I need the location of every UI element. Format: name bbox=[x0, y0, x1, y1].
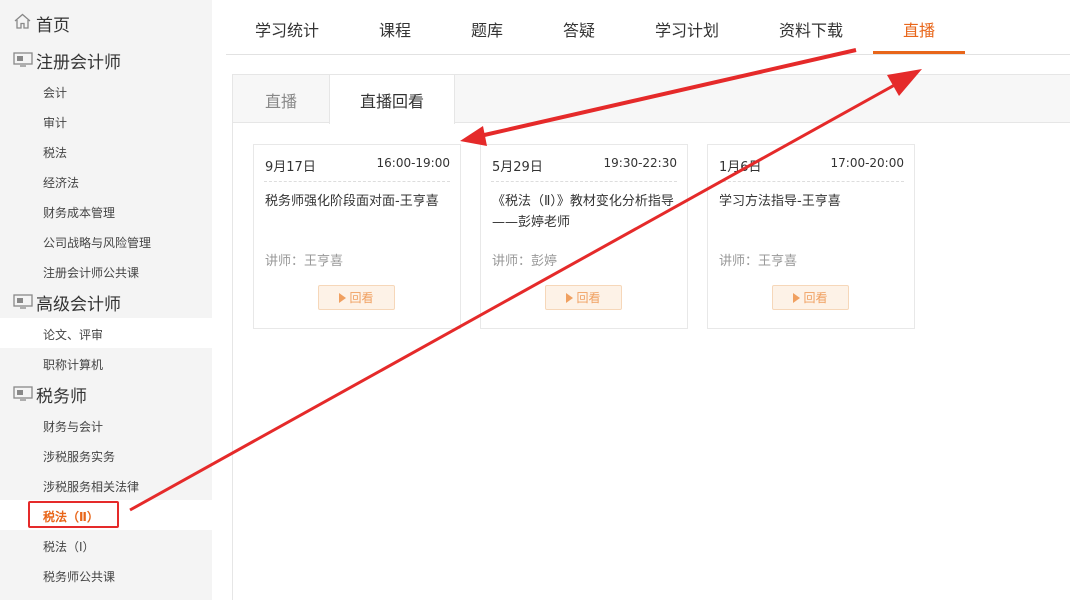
tab-courses[interactable]: 课程 bbox=[379, 17, 411, 41]
tab-downloads[interactable]: 资料下载 bbox=[779, 17, 843, 41]
sidebar-item-label: 审计 bbox=[43, 116, 68, 130]
sidebar-item[interactable]: 职称计算机 bbox=[0, 348, 212, 378]
sidebar-item[interactable]: 税法 bbox=[0, 136, 212, 166]
monitor-icon bbox=[13, 386, 33, 401]
replay-button-label: 回看 bbox=[576, 291, 601, 305]
sidebar-category-label: 高级会计师 bbox=[36, 295, 121, 315]
top-nav: 学习统计 课程 题库 答疑 学习计划 资料下载 直播 bbox=[226, 0, 1070, 55]
sidebar-item[interactable]: 审计 bbox=[0, 106, 212, 136]
sidebar-item-label: 会计 bbox=[43, 86, 68, 100]
replay-button-label: 回看 bbox=[803, 291, 828, 305]
card-date: 9月17日 bbox=[265, 160, 316, 175]
card-date: 1月6日 bbox=[719, 160, 762, 175]
home-icon bbox=[14, 13, 31, 29]
card-time: 19:30-22:30 bbox=[603, 156, 678, 170]
live-card: 9月17日 16:00-19:00 税务师强化阶段面对面-王亨喜 讲师：王亨喜 … bbox=[253, 144, 461, 329]
sidebar-item-label: 财务成本管理 bbox=[43, 206, 116, 220]
sidebar-item-active[interactable]: 税法（Ⅱ） bbox=[0, 500, 212, 530]
sidebar-item[interactable]: 公司战略与风险管理 bbox=[0, 226, 212, 256]
monitor-icon bbox=[13, 294, 33, 309]
sidebar-item[interactable]: 经济法 bbox=[0, 166, 212, 196]
replay-button-label: 回看 bbox=[349, 291, 374, 305]
sidebar-item[interactable]: 税法（Ⅰ） bbox=[0, 530, 212, 560]
sidebar-category-label: 注册会计师 bbox=[36, 53, 121, 73]
card-teacher: 讲师：彭婷 bbox=[492, 254, 558, 269]
card-divider bbox=[264, 181, 450, 182]
replay-button[interactable]: 回看 bbox=[545, 285, 622, 310]
sidebar-category-cpa[interactable]: 注册会计师 bbox=[0, 44, 212, 74]
sidebar-item-label: 税法（Ⅱ） bbox=[43, 510, 99, 524]
card-title: 税务师强化阶段面对面-王亨喜 bbox=[265, 194, 439, 209]
sidebar-category-label: 税务师 bbox=[36, 387, 87, 407]
sidebar-item-label: 公司战略与风险管理 bbox=[43, 236, 152, 250]
card-divider bbox=[491, 181, 677, 182]
sidebar-item-label: 财务与会计 bbox=[43, 420, 104, 434]
subtab-bar: 直播 直播回看 bbox=[233, 75, 1070, 124]
sidebar-item-label: 注册会计师公共课 bbox=[43, 266, 140, 280]
sidebar-category-tax-agent[interactable]: 税务师 bbox=[0, 378, 212, 408]
sidebar-item[interactable]: 税务师公共课 bbox=[0, 560, 212, 590]
sidebar-item-label: 税法（Ⅰ） bbox=[43, 540, 95, 554]
tab-question-bank[interactable]: 题库 bbox=[471, 17, 503, 41]
sidebar-item-label: 经济法 bbox=[43, 176, 80, 190]
live-card: 5月29日 19:30-22:30 《税法（Ⅱ）》教材变化分析指导——彭婷老师 … bbox=[480, 144, 688, 329]
sidebar-item[interactable]: 财务成本管理 bbox=[0, 196, 212, 226]
sidebar-category-senior-accountant[interactable]: 高级会计师 bbox=[0, 286, 212, 316]
card-time: 16:00-19:00 bbox=[376, 156, 451, 170]
card-teacher: 讲师：王亨喜 bbox=[265, 254, 344, 269]
card-title: 《税法（Ⅱ）》教材变化分析指导——彭婷老师 bbox=[492, 194, 674, 230]
sidebar-item-home[interactable]: 首页 bbox=[0, 4, 212, 38]
tab-live[interactable]: 直播 bbox=[903, 17, 935, 41]
sidebar-item-label: 税务师公共课 bbox=[43, 570, 116, 584]
sidebar-item[interactable]: 会计 bbox=[0, 76, 212, 106]
active-tab-underline bbox=[873, 51, 965, 54]
subtab-live[interactable]: 直播 bbox=[233, 75, 329, 124]
tab-study-plan[interactable]: 学习计划 bbox=[655, 17, 719, 41]
sidebar-item-label: 涉税服务实务 bbox=[43, 450, 116, 464]
card-teacher: 讲师：王亨喜 bbox=[719, 254, 798, 269]
card-time: 17:00-20:00 bbox=[830, 156, 905, 170]
sidebar-item[interactable]: 财务与会计 bbox=[0, 410, 212, 440]
replay-button[interactable]: 回看 bbox=[772, 285, 849, 310]
sidebar-item-label: 税法 bbox=[43, 146, 68, 160]
sidebar-item[interactable]: 涉税服务实务 bbox=[0, 440, 212, 470]
sidebar-item-label: 职称计算机 bbox=[43, 358, 104, 372]
sidebar-item-label: 论文、评审 bbox=[43, 328, 104, 342]
sidebar-item[interactable]: 论文、评审 bbox=[0, 318, 212, 348]
card-date: 5月29日 bbox=[492, 160, 543, 175]
card-divider bbox=[718, 181, 904, 182]
sidebar: 首页 注册会计师 会计 审计 税法 经济法 财务成本管理 公司战略与风险管理 注… bbox=[0, 0, 212, 600]
sidebar-item[interactable]: 注册会计师公共课 bbox=[0, 256, 212, 286]
tab-study-stats[interactable]: 学习统计 bbox=[255, 17, 319, 41]
replay-button[interactable]: 回看 bbox=[318, 285, 395, 310]
monitor-icon bbox=[13, 52, 33, 67]
play-icon bbox=[566, 292, 574, 303]
sidebar-item[interactable]: 涉税服务相关法律 bbox=[0, 470, 212, 500]
sidebar-item-label: 涉税服务相关法律 bbox=[43, 480, 140, 494]
subtab-replay[interactable]: 直播回看 bbox=[329, 75, 455, 124]
live-card: 1月6日 17:00-20:00 学习方法指导-王亨喜 讲师：王亨喜 回看 bbox=[707, 144, 915, 329]
content-panel: 直播 直播回看 9月17日 16:00-19:00 税务师强化阶段面对面-王亨喜… bbox=[232, 74, 1070, 600]
card-title: 学习方法指导-王亨喜 bbox=[719, 194, 841, 209]
sidebar-item-label: 首页 bbox=[36, 16, 70, 36]
tab-qa[interactable]: 答疑 bbox=[563, 17, 595, 41]
play-icon bbox=[339, 292, 347, 303]
play-icon bbox=[793, 292, 801, 303]
